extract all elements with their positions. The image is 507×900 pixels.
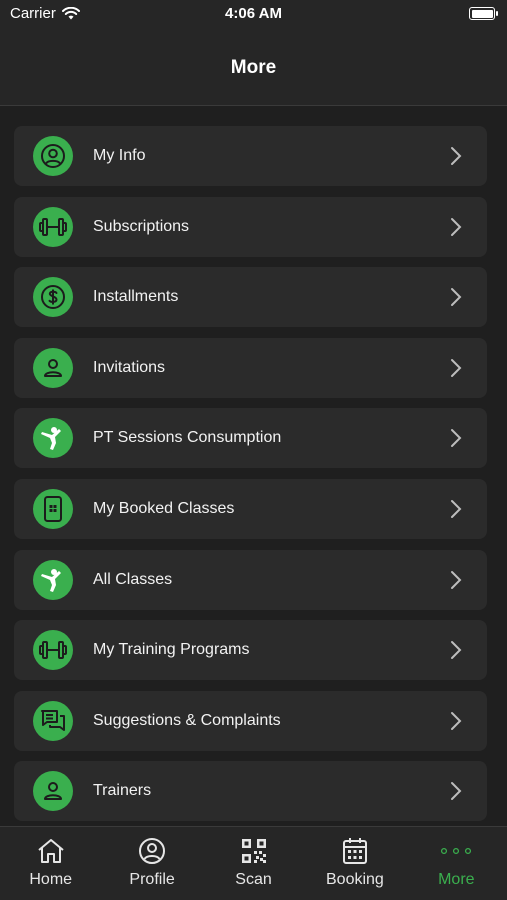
menu-item-label: All Classes bbox=[93, 570, 173, 588]
menu-item-pt-sessions[interactable]: PT Sessions Consumption bbox=[14, 408, 487, 469]
tab-label: Booking bbox=[326, 871, 384, 888]
nav-header: More bbox=[0, 30, 507, 106]
qr-code-icon bbox=[238, 835, 270, 867]
chevron-right-icon bbox=[451, 641, 462, 660]
tab-home[interactable]: Home bbox=[0, 827, 101, 900]
tab-label: Profile bbox=[129, 871, 175, 888]
page-title: More bbox=[230, 56, 277, 78]
menu-item-invitations[interactable]: Invitations bbox=[14, 337, 487, 398]
menu-item-label: Trainers bbox=[93, 782, 152, 800]
battery-icon bbox=[469, 7, 498, 20]
menu-item-my-info[interactable]: My Info bbox=[14, 126, 487, 186]
chevron-right-icon bbox=[451, 147, 462, 165]
tab-bar: Home Profile Scan Booking More bbox=[0, 826, 507, 900]
dumbbell-icon bbox=[33, 206, 73, 247]
user-circle-icon bbox=[33, 136, 73, 176]
home-icon bbox=[35, 835, 67, 867]
menu-item-my-training-programs[interactable]: My Training Programs bbox=[14, 620, 487, 681]
dollar-circle-icon bbox=[33, 277, 73, 318]
karate-icon bbox=[33, 559, 73, 600]
menu-item-subscriptions[interactable]: Subscriptions bbox=[14, 196, 487, 257]
chevron-right-icon bbox=[451, 711, 462, 730]
menu-list: My Info Subscriptions Installments Invit… bbox=[14, 126, 487, 832]
chevron-right-icon bbox=[451, 782, 462, 801]
menu-item-label: Suggestions & Complaints bbox=[93, 711, 281, 729]
chat-bubbles-icon bbox=[33, 700, 73, 741]
chevron-right-icon bbox=[451, 570, 462, 589]
status-time: 4:06 AM bbox=[225, 5, 282, 22]
tab-label: Scan bbox=[235, 871, 272, 888]
tab-more[interactable]: More bbox=[406, 827, 507, 900]
dumbbell-icon bbox=[33, 630, 73, 671]
chevron-right-icon bbox=[451, 288, 462, 307]
tab-label: More bbox=[438, 871, 475, 888]
menu-item-label: Invitations bbox=[93, 358, 166, 376]
menu-item-label: My Info bbox=[93, 147, 146, 164]
profile-icon bbox=[136, 835, 168, 867]
person-icon bbox=[33, 771, 73, 812]
chevron-right-icon bbox=[451, 358, 462, 377]
more-dots-icon bbox=[440, 835, 472, 867]
menu-item-installments[interactable]: Installments bbox=[14, 267, 487, 328]
chevron-right-icon bbox=[451, 217, 462, 236]
tab-profile[interactable]: Profile bbox=[101, 827, 202, 900]
menu-item-label: Subscriptions bbox=[93, 217, 190, 235]
calendar-icon bbox=[339, 835, 371, 867]
status-bar: Carrier 4:06 AM bbox=[0, 0, 507, 30]
menu-item-my-booked-classes[interactable]: My Booked Classes bbox=[14, 478, 487, 539]
chevron-right-icon bbox=[451, 429, 462, 448]
tab-label: Home bbox=[29, 871, 73, 888]
tab-booking[interactable]: Booking bbox=[304, 827, 405, 900]
person-icon bbox=[33, 347, 73, 388]
menu-item-suggestions-complaints[interactable]: Suggestions & Complaints bbox=[14, 690, 487, 751]
menu-item-label: PT Sessions Consumption bbox=[93, 429, 282, 447]
menu-item-label: My Booked Classes bbox=[93, 499, 235, 517]
chevron-right-icon bbox=[451, 499, 462, 518]
menu-item-trainers[interactable]: Trainers bbox=[14, 761, 487, 822]
menu-item-label: My Training Programs bbox=[93, 641, 250, 659]
menu-item-label: Installments bbox=[93, 288, 179, 306]
tab-scan[interactable]: Scan bbox=[203, 827, 304, 900]
phone-class-icon bbox=[33, 488, 73, 529]
karate-icon bbox=[33, 418, 73, 459]
menu-item-all-classes[interactable]: All Classes bbox=[14, 549, 487, 610]
